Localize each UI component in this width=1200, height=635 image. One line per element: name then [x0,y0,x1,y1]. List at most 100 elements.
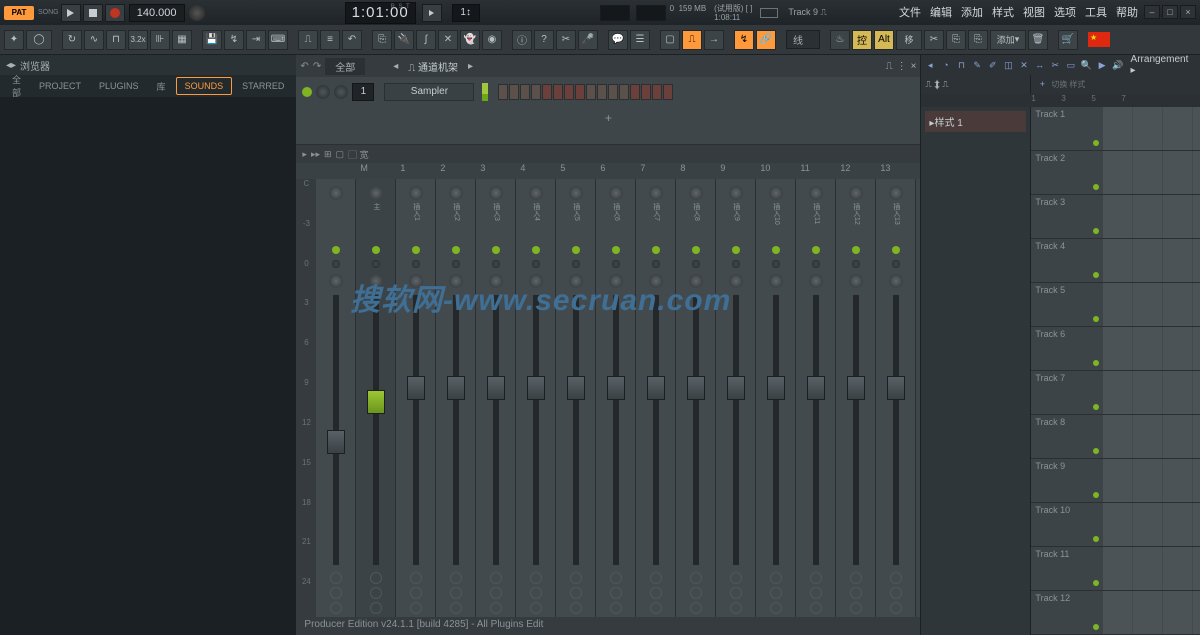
fader-track[interactable] [533,295,539,565]
track-led[interactable] [1093,404,1099,410]
pan-knob[interactable] [529,186,543,200]
tb-add-dropdown[interactable]: 添加▾ [990,30,1026,50]
tb-snap[interactable]: ⊓ [106,30,126,50]
cr-prev[interactable]: ◂ [393,61,398,72]
mx-view2[interactable]: ▢ [336,149,345,160]
pl-clock-icon[interactable]: ◔ [939,58,953,72]
fader-track[interactable] [653,295,659,565]
strip-led[interactable] [652,246,660,254]
stereo-knob[interactable] [449,274,463,288]
fader-cap[interactable] [407,376,425,400]
stop-button[interactable] [83,4,103,22]
send-knob[interactable] [690,602,702,614]
tb-stamp[interactable]: ♨ [830,30,850,50]
send-knob[interactable] [890,572,902,584]
maximize-button[interactable]: □ [1162,5,1178,19]
stereo-knob[interactable] [769,274,783,288]
track-lane[interactable] [1103,459,1200,502]
tb-chat[interactable]: 💬 [608,30,628,50]
stereo-knob[interactable] [409,274,423,288]
strip-fx-led[interactable] [852,260,860,268]
pl-play-icon[interactable]: ▶ [1095,58,1109,72]
tb-alt[interactable]: Alt [874,30,894,50]
send-knob[interactable] [570,602,582,614]
track-header[interactable]: Track 10 [1031,503,1103,546]
tempo-fine-knob[interactable] [189,5,205,21]
cr-back[interactable]: ↶ [300,61,308,72]
mini-play-button[interactable] [422,4,442,22]
btab-plugins[interactable]: PLUGINS [91,78,147,94]
pan-knob[interactable] [329,186,343,200]
strip-led[interactable] [372,246,380,254]
cpu-meter[interactable] [636,5,666,21]
track-lane[interactable] [1103,371,1200,414]
tb-3x[interactable]: 3.2x [128,30,148,50]
hint-btn[interactable]: ✦ [4,30,24,50]
track-led[interactable] [1093,228,1099,234]
tb-info[interactable]: ⓘ [512,30,532,50]
strip-fx-led[interactable] [372,260,380,268]
fader-track[interactable] [733,295,739,565]
track-lane[interactable] [1103,503,1200,546]
tb-next[interactable]: → [704,30,724,50]
fader-cap[interactable] [687,376,705,400]
tb-onekey[interactable]: ⌨ [268,30,288,50]
fader-track[interactable] [893,295,899,565]
tb-window[interactable]: ▢ [660,30,680,50]
send-knob[interactable] [610,602,622,614]
tb-trash[interactable]: 🗑 [1028,30,1048,50]
collapse-icon[interactable]: ◂▸ [6,60,16,71]
tb-piano-active[interactable]: ⎍ [682,30,702,50]
send-knob[interactable] [690,572,702,584]
send-knob[interactable] [770,572,782,584]
fader-track[interactable] [573,295,579,565]
send-knob[interactable] [890,587,902,599]
fader-cap[interactable] [607,376,625,400]
pl-erase-icon[interactable]: ◫ [1002,58,1016,72]
cr-scope-dropdown[interactable]: 全部 [325,58,365,75]
track-header[interactable]: Track 7 [1031,371,1103,414]
tb-close[interactable]: ✕ [438,30,458,50]
btab-project[interactable]: PROJECT [31,78,89,94]
fader-track[interactable] [693,295,699,565]
send-knob[interactable] [810,587,822,599]
stereo-knob[interactable] [809,274,823,288]
play-button[interactable] [61,4,81,22]
menu-file[interactable]: 文件 [895,2,925,22]
playlist-track[interactable]: Track 4 [1031,239,1200,283]
send-knob[interactable] [370,602,382,614]
send-knob[interactable] [770,602,782,614]
track-lane[interactable] [1103,327,1200,370]
close-button[interactable]: × [1180,5,1196,19]
playlist-track[interactable]: Track 6 [1031,327,1200,371]
send-knob[interactable] [850,602,862,614]
pattern-item-1[interactable]: ▸样式 1 [925,111,1026,132]
pattern-mode-badge[interactable]: PAT [4,6,34,20]
send-knob[interactable] [650,572,662,584]
fader-track[interactable] [493,295,499,565]
send-knob[interactable] [330,572,342,584]
mixer-insert-strip[interactable]: 插入5 [556,179,596,617]
track-header[interactable]: Track 3 [1031,195,1103,238]
stereo-knob[interactable] [529,274,543,288]
pl-slice-icon[interactable]: ✂ [1048,58,1062,72]
track-header[interactable]: Track 4 [1031,239,1103,282]
pl-slip-icon[interactable]: ↔ [1033,58,1047,72]
send-knob[interactable] [370,572,382,584]
channel-mute-led[interactable] [302,87,312,97]
menu-edit[interactable]: 编辑 [926,2,956,22]
strip-fx-led[interactable] [892,260,900,268]
tb-chain-active[interactable]: 🔗 [756,30,776,50]
strip-led[interactable] [492,246,500,254]
fader-cap[interactable] [527,376,545,400]
playlist-ruler[interactable]: 1357 [921,94,1200,107]
mixer-insert-strip[interactable]: 插入6 [596,179,636,617]
send-knob[interactable] [330,587,342,599]
send-knob[interactable] [330,602,342,614]
track-header[interactable]: Track 2 [1031,151,1103,194]
track-header[interactable]: Track 1 [1031,107,1103,150]
playlist-track[interactable]: Track 10 [1031,503,1200,547]
send-knob[interactable] [570,572,582,584]
tempo-display[interactable]: 140.000 [129,4,185,22]
pl-magnet-icon[interactable]: ⊓ [955,58,969,72]
